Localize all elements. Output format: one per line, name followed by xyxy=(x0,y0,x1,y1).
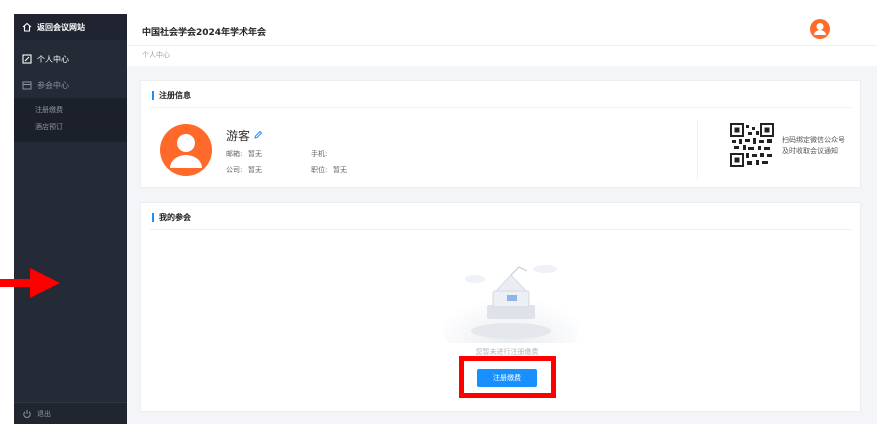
divider xyxy=(150,229,851,230)
position-value: 暂无 xyxy=(333,166,347,174)
qr-hint-line1: 扫码绑定微信公众号 xyxy=(782,136,845,144)
sidebar-item-registration[interactable]: 注册缴费 xyxy=(14,102,127,119)
my-meetings-title: 我的参会 xyxy=(152,213,191,222)
avatar xyxy=(160,124,212,176)
vertical-divider xyxy=(697,119,698,179)
my-meetings-card: 我的参会 您暂未进行注册缴费 注册缴费 xyxy=(140,202,861,412)
power-icon xyxy=(22,409,32,419)
company-value: 暂无 xyxy=(248,166,262,174)
email-label: 邮箱: xyxy=(226,150,243,158)
red-arrow-annotation xyxy=(0,268,60,298)
phone-label: 手机: xyxy=(311,150,328,158)
user-name: 游客 xyxy=(226,129,251,143)
qr-hint: 扫码绑定微信公众号 及时收取会议通知 xyxy=(782,135,862,157)
register-pay-button[interactable]: 注册缴费 xyxy=(477,369,537,387)
breadcrumb: 个人中心 xyxy=(142,51,170,59)
sidebar: 返回会议网站 个人中心 参会中心 注册缴费 酒店预订 退出 xyxy=(14,14,127,424)
home-icon xyxy=(22,22,32,32)
sidebar-item-meeting[interactable]: 参会中心 xyxy=(14,72,127,98)
empty-state-illustration xyxy=(443,265,579,343)
sidebar-submenu: 注册缴费 酒店预订 xyxy=(14,98,127,142)
calendar-icon xyxy=(22,80,32,90)
qr-code-icon xyxy=(730,123,774,167)
sidebar-item-personal-label: 个人中心 xyxy=(37,54,69,64)
registration-info-card: 注册信息 游客 邮箱: 暂无 公司: 暂无 手机: 职位: 暂无 扫码绑定微信公… xyxy=(140,80,861,188)
sidebar-item-hotel[interactable]: 酒店预订 xyxy=(14,119,127,136)
edit-icon[interactable] xyxy=(253,130,263,140)
logout-label: 退出 xyxy=(37,409,51,418)
divider xyxy=(150,107,851,108)
top-header: 中国社会学会2024年学术年会 xyxy=(127,14,877,46)
sidebar-item-home-label: 返回会议网站 xyxy=(37,22,85,32)
company-label: 公司: xyxy=(226,166,243,174)
logout-button[interactable]: 退出 xyxy=(14,402,127,424)
sidebar-item-meeting-label: 参会中心 xyxy=(37,80,69,90)
registration-card-title: 注册信息 xyxy=(152,91,191,100)
user-avatar-icon[interactable] xyxy=(810,19,830,39)
qr-hint-line2: 及时收取会议通知 xyxy=(782,147,838,155)
sidebar-item-personal[interactable]: 个人中心 xyxy=(14,46,127,72)
edit-profile-icon xyxy=(22,54,32,64)
email-value: 暂无 xyxy=(248,150,262,158)
sidebar-item-home[interactable]: 返回会议网站 xyxy=(14,14,127,40)
position-label: 职位: xyxy=(311,166,328,174)
page-title: 中国社会学会2024年学术年会 xyxy=(142,28,267,38)
